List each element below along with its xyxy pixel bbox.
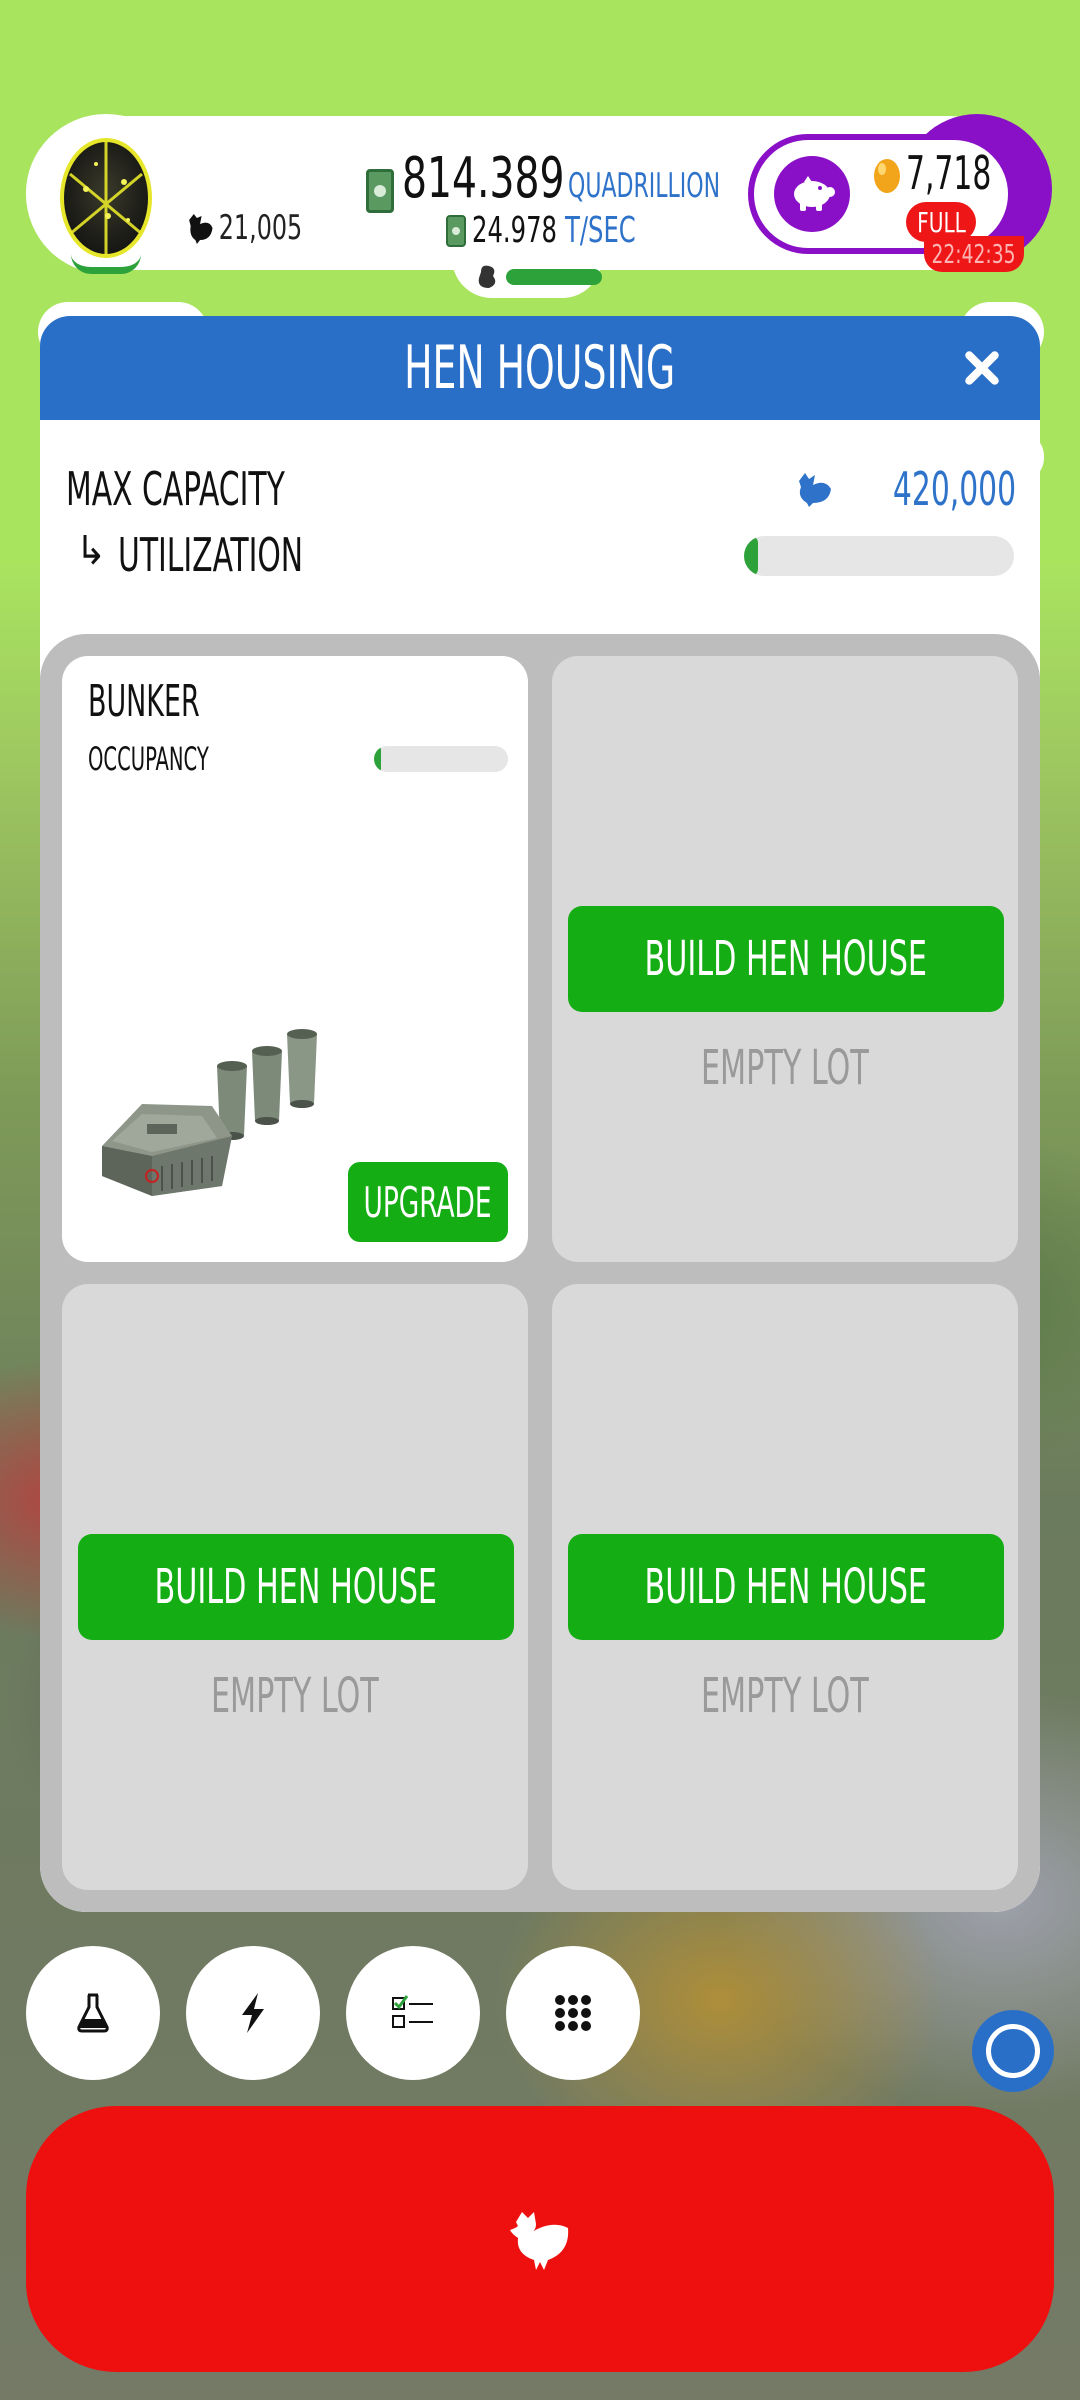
bucks-value: 814.389 bbox=[402, 146, 565, 211]
hen-housing-panel: HEN HOUSING MAX CAPACITY 420,000 ↳ UTILI… bbox=[40, 316, 1040, 1912]
earning-rate: 24.978 T/SEC bbox=[446, 210, 660, 251]
utilization-bar bbox=[744, 536, 1014, 576]
close-button[interactable] bbox=[958, 344, 1006, 392]
upgrade-button[interactable]: UPGRADE bbox=[348, 1162, 508, 1242]
egg-progress-arc bbox=[71, 254, 141, 274]
egg-icon bbox=[60, 138, 152, 258]
panel-title: HEN HOUSING bbox=[404, 333, 676, 403]
empty-lot-label: EMPTY LOT bbox=[211, 1668, 379, 1724]
utilization-arrow: ↳ bbox=[76, 528, 107, 574]
chicken-count: 21,005 bbox=[186, 208, 302, 248]
chicken-count-value: 21,005 bbox=[218, 208, 303, 248]
hen-house-lots: BUNKER OCCUPANCY UPGRADE BUILD HEN HOUSE… bbox=[40, 634, 1040, 1912]
panel-header: HEN HOUSING bbox=[40, 316, 1040, 420]
lot-empty: BUILD HEN HOUSE EMPTY LOT bbox=[62, 1284, 528, 1890]
rate-unit: T/SEC bbox=[565, 210, 637, 251]
occupancy-fill bbox=[374, 746, 381, 772]
lot-empty: BUILD HEN HOUSE EMPTY LOT bbox=[552, 656, 1018, 1262]
bucks-unit: QUADRILLION bbox=[568, 166, 721, 206]
build-hen-house-button[interactable]: BUILD HEN HOUSE bbox=[568, 906, 1004, 1012]
empty-lot-label: EMPTY LOT bbox=[701, 1668, 869, 1724]
cash-icon bbox=[446, 214, 466, 247]
utilization-fill bbox=[744, 536, 758, 576]
research-button[interactable] bbox=[26, 1946, 160, 2080]
drone-progress-bar bbox=[506, 269, 602, 285]
piggy-egg-count: 7,718 bbox=[906, 146, 992, 200]
golden-egg-icon bbox=[874, 159, 900, 193]
utilization-label: UTILIZATION bbox=[118, 528, 304, 582]
lot-bunker: BUNKER OCCUPANCY UPGRADE bbox=[62, 656, 528, 1262]
max-capacity-label: MAX CAPACITY bbox=[66, 462, 285, 516]
bunker-image bbox=[102, 1029, 317, 1196]
chick-icon bbox=[478, 265, 496, 288]
current-egg-button[interactable] bbox=[26, 114, 186, 274]
lightning-icon bbox=[242, 1993, 264, 2033]
cash-icon bbox=[366, 169, 394, 213]
assistive-touch-button[interactable] bbox=[972, 2010, 1054, 2092]
lot-empty: BUILD HEN HOUSE EMPTY LOT bbox=[552, 1284, 1018, 1890]
checklist-icon bbox=[392, 1995, 433, 2028]
piggy-bank-icon bbox=[794, 176, 835, 211]
chicken-icon bbox=[798, 473, 831, 507]
occupancy-bar bbox=[374, 746, 508, 772]
occupancy-label: OCCUPANCY bbox=[88, 740, 209, 778]
grid-menu-icon bbox=[555, 1995, 591, 2031]
build-hen-house-button[interactable]: BUILD HEN HOUSE bbox=[568, 1534, 1004, 1640]
rate-value: 24.978 bbox=[472, 210, 557, 251]
max-capacity-value: 420,000 bbox=[795, 462, 1016, 516]
empty-lot-label: EMPTY LOT bbox=[701, 1040, 869, 1096]
missions-button[interactable] bbox=[346, 1946, 480, 2080]
timer-badge: 22:42:35 bbox=[924, 236, 1024, 272]
piggy-bank-button[interactable] bbox=[774, 156, 850, 232]
boost-button[interactable] bbox=[186, 1946, 320, 2080]
bucks-display: 814.389 QUADRILLION bbox=[366, 146, 780, 213]
flask-icon bbox=[77, 1993, 109, 2033]
chicken-icon bbox=[189, 214, 213, 244]
build-hen-house-button[interactable]: BUILD HEN HOUSE bbox=[78, 1534, 514, 1640]
hatch-chicken-button[interactable] bbox=[26, 2106, 1054, 2372]
house-name: BUNKER bbox=[88, 676, 200, 727]
chicken-icon bbox=[510, 2212, 569, 2270]
menu-button[interactable] bbox=[506, 1946, 640, 2080]
